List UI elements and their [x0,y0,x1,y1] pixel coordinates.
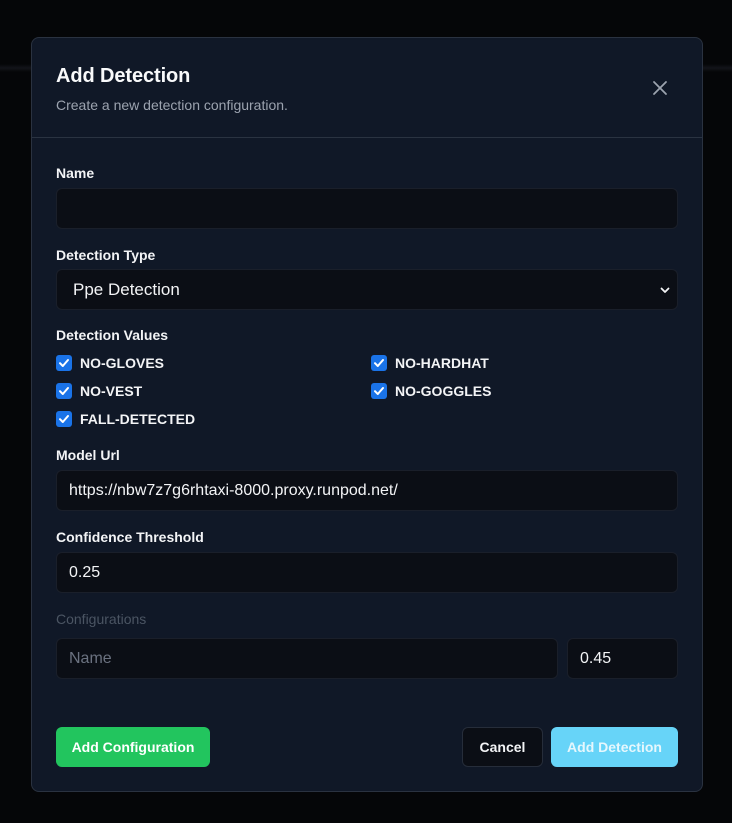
checkbox-label: NO-HARDHAT [395,355,489,371]
checkbox-checked[interactable] [371,355,387,371]
model-url-input[interactable] [56,470,678,511]
checkbox-label: FALL-DETECTED [80,411,196,427]
dialog-title: Add Detection [56,65,191,87]
checkbox-no-vest[interactable]: NO-VEST [56,383,142,399]
add-detection-dialog: Add Detection Create a new detection con… [31,37,703,792]
confidence-threshold-input[interactable] [56,552,678,593]
checkbox-checked[interactable] [56,383,72,399]
chevron-down-icon [660,287,670,293]
configuration-name-input[interactable] [56,638,558,679]
detection-values-label: Detection Values [56,327,169,343]
check-icon [374,359,384,367]
checkbox-no-goggles[interactable]: NO-GOGGLES [371,383,491,399]
close-icon [653,81,667,95]
checkbox-checked[interactable] [371,383,387,399]
check-icon [374,387,384,395]
name-input[interactable] [56,188,678,229]
checkbox-label: NO-GLOVES [80,355,165,371]
detection-type-value: Ppe Detection [73,279,180,299]
name-label: Name [56,165,95,181]
dialog-header: Add Detection Create a new detection con… [32,38,702,138]
checkbox-checked[interactable] [56,355,72,371]
checkbox-fall-detected[interactable]: FALL-DETECTED [56,411,195,427]
dialog-subtitle: Create a new detection configuration. [56,97,288,113]
detection-type-label: Detection Type [56,247,156,263]
confidence-threshold-label: Confidence Threshold [56,529,204,545]
checkbox-no-hardhat[interactable]: NO-HARDHAT [371,355,489,371]
checkbox-checked[interactable] [56,411,72,427]
cancel-button[interactable]: Cancel [462,727,543,767]
check-icon [59,387,69,395]
detection-type-select[interactable]: Ppe Detection [56,269,678,310]
check-icon [59,415,69,423]
checkbox-label: NO-VEST [80,383,143,399]
configurations-label: Configurations [56,611,147,627]
model-url-label: Model Url [56,447,120,463]
checkbox-label: NO-GOGGLES [395,383,492,399]
close-button[interactable] [648,76,672,100]
configuration-threshold-input[interactable] [567,638,678,679]
add-configuration-button[interactable]: Add Configuration [56,727,210,767]
checkbox-no-gloves[interactable]: NO-GLOVES [56,355,164,371]
check-icon [59,359,69,367]
add-detection-button[interactable]: Add Detection [551,727,678,767]
